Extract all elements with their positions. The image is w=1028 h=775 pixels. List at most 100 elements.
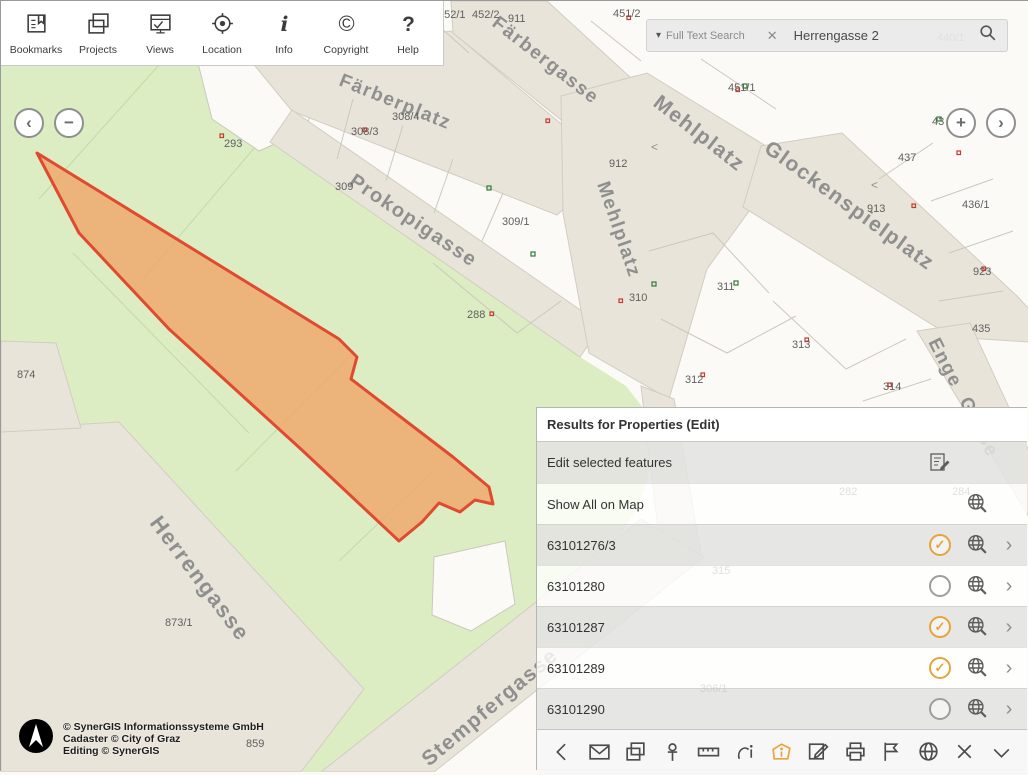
globe-icon[interactable] bbox=[916, 739, 941, 767]
synergis-logo bbox=[18, 718, 54, 759]
edit-attributes-icon[interactable] bbox=[921, 451, 959, 475]
parcel-label: 923 bbox=[973, 266, 991, 278]
chevron-right-icon[interactable]: › bbox=[997, 534, 1021, 557]
results-panel-title: Results for Properties (Edit) bbox=[537, 408, 1027, 442]
toolbar-item-bookmarks[interactable]: Bookmarks bbox=[5, 11, 67, 56]
parcel-label: 874 bbox=[17, 369, 35, 381]
pin-icon[interactable] bbox=[660, 739, 685, 767]
search-input[interactable]: Herrengasse 2 bbox=[794, 28, 978, 43]
action-label: Show All on Map bbox=[547, 497, 921, 512]
parcel-label: 451/1 bbox=[728, 82, 756, 94]
action-edit-selected-features[interactable]: Edit selected features bbox=[537, 442, 1027, 483]
toolbar-label: Info bbox=[275, 44, 293, 56]
parcel-label: 314 bbox=[883, 381, 901, 393]
toolbar-item-views[interactable]: Views bbox=[129, 11, 191, 56]
pan-right-button[interactable]: › bbox=[986, 108, 1016, 138]
parcel-label: 309 bbox=[335, 181, 353, 193]
pan-left-button[interactable]: ‹ bbox=[14, 108, 44, 138]
search-mode-dropdown-icon[interactable]: ▾ bbox=[656, 30, 661, 41]
feature-row[interactable]: 63101290 › bbox=[537, 688, 1027, 729]
back-icon[interactable] bbox=[550, 739, 575, 767]
chevron-right-icon[interactable]: › bbox=[997, 657, 1021, 680]
search-bar: ▾ Full Text Search ✕ Herrengasse 2 bbox=[646, 19, 1008, 52]
search-mode-label[interactable]: Full Text Search bbox=[666, 30, 745, 42]
zoom-out-button[interactable]: − bbox=[54, 108, 84, 138]
identify-polygon-icon[interactable] bbox=[769, 739, 794, 767]
copyright-icon: © bbox=[334, 11, 359, 41]
toolbar-label: Location bbox=[202, 44, 242, 56]
toolbar-label: Projects bbox=[79, 44, 117, 56]
results-panel: Results for Properties (Edit) Edit selec… bbox=[536, 407, 1027, 770]
toolbar-label: Views bbox=[146, 44, 174, 56]
map-credits: © SynerGIS Informationssysteme GmbH Cada… bbox=[18, 718, 264, 759]
globe-search-icon[interactable] bbox=[959, 697, 997, 721]
globe-search-icon[interactable] bbox=[959, 656, 997, 680]
parcel-label: 911 bbox=[508, 13, 526, 25]
projects-icon bbox=[86, 11, 111, 41]
print-icon[interactable] bbox=[843, 739, 868, 767]
edit-icon[interactable] bbox=[806, 739, 831, 767]
feature-select-toggle[interactable] bbox=[929, 575, 951, 597]
globe-search-icon[interactable] bbox=[959, 492, 997, 516]
feature-row[interactable]: 63101276/3 ✓ › bbox=[537, 524, 1027, 565]
svg-text:i: i bbox=[280, 11, 288, 36]
action-label: Edit selected features bbox=[547, 455, 921, 470]
parcel-label: 43 bbox=[932, 116, 944, 128]
help-icon: ? bbox=[396, 11, 421, 41]
main-toolbar: Bookmarks Projects Views Location i Info… bbox=[1, 1, 444, 66]
feature-select-toggle[interactable]: ✓ bbox=[929, 616, 951, 638]
send-mail-icon[interactable] bbox=[587, 739, 612, 767]
globe-search-icon[interactable] bbox=[959, 615, 997, 639]
collapse-icon[interactable] bbox=[989, 739, 1014, 767]
toolbar-label: Help bbox=[397, 44, 419, 56]
parcel-label: 308/3 bbox=[351, 126, 379, 138]
zoom-in-button[interactable]: + bbox=[946, 108, 976, 138]
toolbar-item-info[interactable]: i Info bbox=[253, 11, 315, 56]
parcel-label: 293 bbox=[224, 138, 242, 150]
feature-id: 63101289 bbox=[547, 661, 921, 676]
parcel-label: 436/1 bbox=[962, 199, 990, 211]
search-clear-icon[interactable]: ✕ bbox=[767, 28, 778, 44]
parcel-label: 288 bbox=[467, 309, 485, 321]
feature-select-toggle[interactable] bbox=[929, 698, 951, 720]
toolbar-item-location[interactable]: Location bbox=[191, 11, 253, 56]
svg-text:©: © bbox=[338, 11, 354, 36]
direction-mark: < bbox=[651, 140, 658, 154]
globe-search-icon[interactable] bbox=[959, 533, 997, 557]
flag-icon[interactable] bbox=[879, 739, 904, 767]
parcel-label: 452/2 bbox=[472, 9, 500, 21]
location-icon bbox=[210, 11, 235, 41]
chevron-right-icon[interactable]: › bbox=[997, 698, 1021, 721]
credit-line: © SynerGIS Informationssysteme GmbH bbox=[63, 721, 264, 733]
parcel-label: 313 bbox=[792, 339, 810, 351]
toolbar-label: Bookmarks bbox=[10, 44, 63, 56]
chevron-right-icon[interactable]: › bbox=[997, 575, 1021, 598]
identify-line-icon[interactable] bbox=[733, 739, 758, 767]
copy-features-icon[interactable] bbox=[623, 739, 648, 767]
action-show-all-on-map[interactable]: Show All on Map bbox=[537, 483, 1027, 524]
results-toolbar bbox=[537, 729, 1027, 775]
parcel-label: 437 bbox=[898, 152, 916, 164]
feature-select-toggle[interactable]: ✓ bbox=[929, 534, 951, 556]
magnifier-icon[interactable] bbox=[978, 23, 998, 48]
feature-row[interactable]: 63101289 ✓ › bbox=[537, 647, 1027, 688]
globe-search-icon[interactable] bbox=[959, 574, 997, 598]
svg-text:?: ? bbox=[402, 12, 415, 35]
close-icon[interactable] bbox=[952, 739, 977, 767]
feature-select-toggle[interactable]: ✓ bbox=[929, 657, 951, 679]
toolbar-item-help[interactable]: ? Help bbox=[377, 11, 439, 56]
bookmarks-icon bbox=[24, 11, 49, 41]
chevron-right-icon[interactable]: › bbox=[997, 616, 1021, 639]
parcel-label: 913 bbox=[867, 203, 885, 215]
direction-mark: < bbox=[871, 178, 878, 192]
credit-line: Cadaster © City of Graz bbox=[63, 733, 264, 745]
feature-row[interactable]: 63101287 ✓ › bbox=[537, 606, 1027, 647]
feature-row[interactable]: 63101280 › bbox=[537, 565, 1027, 606]
feature-id: 63101287 bbox=[547, 620, 921, 635]
info-icon: i bbox=[272, 11, 297, 41]
toolbar-item-copyright[interactable]: © Copyright bbox=[315, 11, 377, 56]
parcel-label: 873/1 bbox=[165, 617, 193, 629]
measure-icon[interactable] bbox=[696, 739, 721, 767]
toolbar-item-projects[interactable]: Projects bbox=[67, 11, 129, 56]
views-icon bbox=[148, 11, 173, 41]
